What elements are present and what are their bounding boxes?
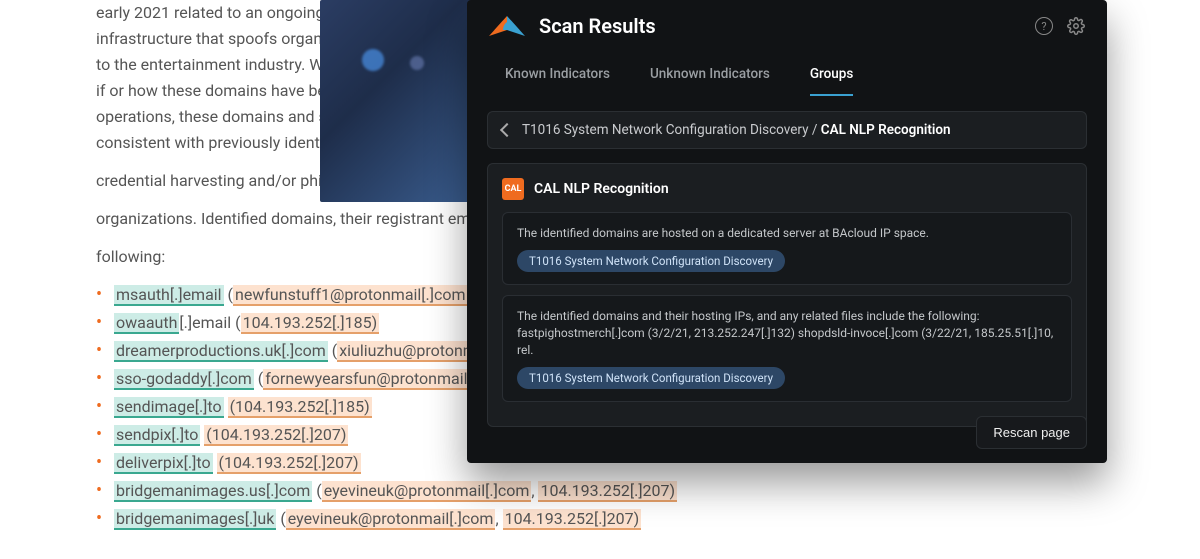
ioc-detail: newfunstuff1@protonmail[.]com — [233, 285, 468, 306]
ioc-detail: (104.193.252[.]207) — [217, 453, 361, 474]
recognition-text: The identified domains and their hosting… — [517, 308, 1057, 359]
ioc-domain: deliverpix[.]to — [114, 453, 213, 474]
ioc-detail: 104.193.252[.]185) — [241, 313, 380, 334]
gear-icon[interactable] — [1067, 17, 1085, 35]
rescan-button[interactable]: Rescan page — [976, 416, 1087, 449]
cal-badge-icon: CAL — [502, 178, 524, 200]
ioc-domain: dreamerproductions.uk[.]com — [114, 341, 328, 362]
technique-chip[interactable]: T1016 System Network Configuration Disco… — [517, 367, 785, 389]
ioc-detail: (104.193.252[.]185) — [228, 397, 372, 418]
tab-known-indicators[interactable]: Known Indicators — [505, 66, 610, 96]
ioc-domain: msauth[.]email — [114, 285, 224, 306]
hero-image — [320, 0, 475, 202]
breadcrumb-parent[interactable]: T1016 System Network Configuration Disco… — [522, 122, 808, 138]
ioc-detail: eyevineuk@protonmail[.]com — [322, 481, 532, 502]
tab-unknown-indicators[interactable]: Unknown Indicators — [650, 66, 770, 96]
recognition-block: The identified domains are hosted on a d… — [502, 212, 1072, 285]
ioc-domain: bridgemanimages[.]uk — [114, 509, 276, 530]
card-title: CAL NLP Recognition — [534, 181, 669, 197]
breadcrumb: T1016 System Network Configuration Disco… — [487, 111, 1087, 149]
tabs: Known Indicators Unknown Indicators Groups — [467, 48, 1107, 97]
ioc-domain: sso-godaddy[.]com — [114, 369, 254, 390]
ioc-detail: (104.193.252[.]207) — [204, 425, 348, 446]
help-icon[interactable]: ? — [1035, 17, 1053, 35]
panel-title: Scan Results — [539, 14, 1021, 38]
tab-groups[interactable]: Groups — [810, 66, 854, 96]
ioc-domain: owaauth — [114, 313, 179, 334]
ioc-detail: 104.193.252[.]207) — [503, 509, 642, 530]
list-item: bridgemanimages.us[.]com (eyevineuk@prot… — [96, 478, 760, 504]
app-logo — [489, 16, 525, 36]
recognition-block: The identified domains and their hosting… — [502, 295, 1072, 402]
back-icon[interactable] — [500, 123, 514, 137]
ioc-domain: sendimage[.]to — [114, 397, 224, 418]
scan-results-panel: Scan Results ? Known Indicators Unknown I… — [467, 0, 1107, 463]
recognition-text: The identified domains are hosted on a d… — [517, 225, 1057, 242]
breadcrumb-current: CAL NLP Recognition — [821, 122, 951, 138]
ioc-detail: eyevineuk@protonmail[.]com — [286, 509, 496, 530]
recognition-card: CAL CAL NLP Recognition The identified d… — [487, 163, 1087, 427]
technique-chip[interactable]: T1016 System Network Configuration Disco… — [517, 250, 785, 272]
ioc-detail: 104.193.252[.]207) — [538, 481, 677, 502]
ioc-domain: sendpix[.]to — [114, 425, 200, 446]
list-item: bridgemanimages[.]uk (eyevineuk@protonma… — [96, 506, 760, 532]
ioc-domain: bridgemanimages.us[.]com — [114, 481, 312, 502]
